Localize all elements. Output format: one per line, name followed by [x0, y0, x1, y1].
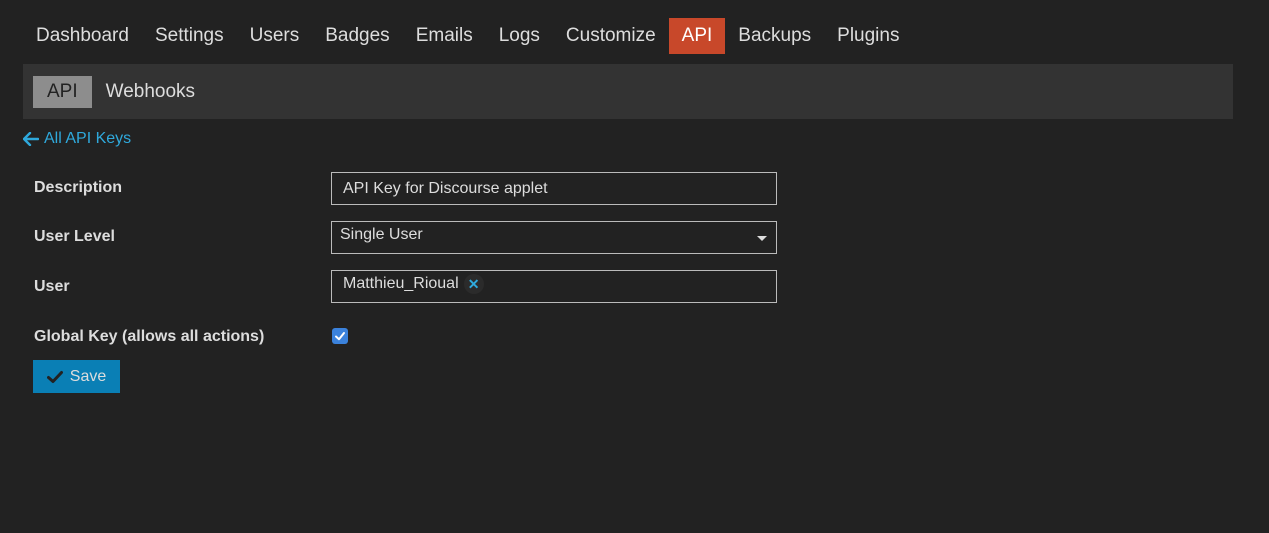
check-icon [46, 370, 63, 383]
nav-item-dashboard[interactable]: Dashboard [23, 18, 142, 54]
user-chooser-input[interactable]: Matthieu_Rioual ✕ [331, 270, 777, 303]
sub-tab-webhooks[interactable]: Webhooks [92, 76, 209, 108]
back-link-label: All API Keys [44, 130, 132, 147]
caret-down-icon [757, 236, 767, 241]
user-level-label: User Level [34, 228, 115, 245]
nav-item-settings[interactable]: Settings [142, 18, 237, 54]
nav-item-plugins[interactable]: Plugins [824, 18, 912, 54]
nav-item-backups[interactable]: Backups [725, 18, 824, 54]
save-button[interactable]: Save [33, 360, 120, 393]
nav-item-api[interactable]: API [668, 18, 726, 54]
nav-item-customize[interactable]: Customize [553, 18, 669, 54]
checkmark-icon [335, 332, 345, 341]
user-label: User [34, 278, 70, 295]
global-key-checkbox[interactable] [332, 328, 348, 344]
user-level-select[interactable]: Single User [331, 221, 777, 254]
selected-user-chip: Matthieu_Rioual ✕ [343, 274, 484, 294]
arrow-left-icon [23, 132, 39, 146]
description-label: Description [34, 179, 123, 196]
description-input[interactable] [331, 172, 777, 205]
global-key-label: Global Key (allows all actions) [34, 328, 265, 345]
admin-top-nav: Dashboard Settings Users Badges Emails L… [23, 18, 912, 54]
nav-item-logs[interactable]: Logs [486, 18, 553, 54]
back-to-api-keys-link[interactable]: All API Keys [23, 130, 131, 148]
nav-item-emails[interactable]: Emails [403, 18, 486, 54]
nav-item-users[interactable]: Users [237, 18, 313, 54]
api-sub-nav: API Webhooks [23, 64, 1233, 119]
user-level-value: Single User [340, 226, 423, 243]
remove-user-icon[interactable]: ✕ [463, 274, 484, 294]
sub-tab-api[interactable]: API [33, 75, 92, 108]
selected-user-name: Matthieu_Rioual [343, 275, 459, 292]
nav-item-badges[interactable]: Badges [312, 18, 402, 54]
save-button-label: Save [69, 367, 107, 385]
